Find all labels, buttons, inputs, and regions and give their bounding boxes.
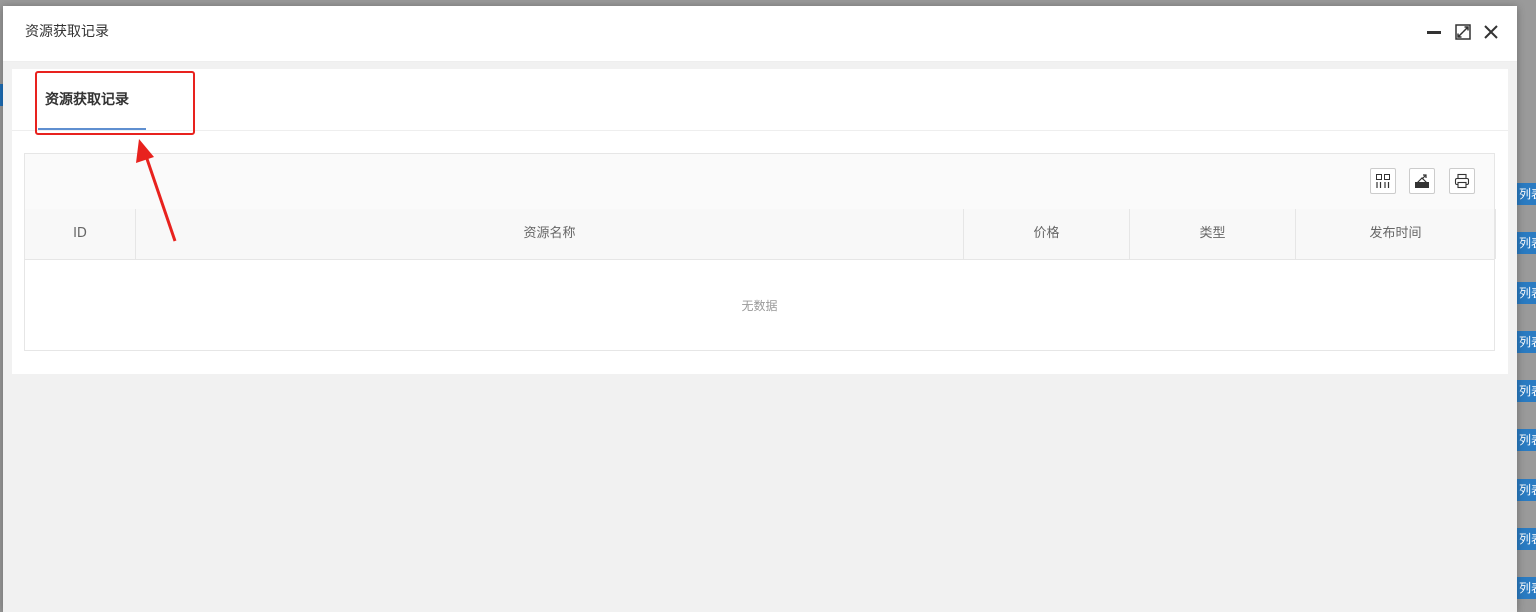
background-list-button[interactable]: 列表 [1516, 232, 1536, 254]
column-header-publish-time[interactable]: 发布时间 [1296, 209, 1496, 259]
modal-dialog: 资源获取记录 资源获取记录 ID 资源名称 价格 类型 发布时间 无数据 [3, 6, 1517, 612]
empty-state-text: 无数据 [741, 299, 778, 313]
background-list-button[interactable]: 列表 [1516, 577, 1536, 599]
modal-header: 资源获取记录 [3, 6, 1517, 62]
background-list-button[interactable]: 列表 [1516, 479, 1536, 501]
column-header-price[interactable]: 价格 [964, 209, 1130, 259]
modal-title: 资源获取记录 [25, 24, 109, 40]
tab-bar: 资源获取记录 [12, 69, 1508, 135]
minimize-icon[interactable] [1425, 23, 1443, 41]
background-list-button[interactable]: 列表 [1516, 528, 1536, 550]
maximize-icon[interactable] [1454, 23, 1472, 41]
column-header-id[interactable]: ID [25, 209, 136, 259]
print-icon[interactable] [1449, 168, 1475, 194]
background-list-button[interactable]: 列表 [1516, 429, 1536, 451]
close-icon[interactable] [1482, 23, 1500, 41]
background-list-button[interactable]: 列表 [1516, 183, 1536, 205]
table-toolbar [25, 154, 1494, 210]
export-icon[interactable] [1409, 168, 1435, 194]
table-header: ID 资源名称 价格 类型 发布时间 [25, 209, 1496, 260]
columns-icon[interactable] [1370, 168, 1396, 194]
column-header-type[interactable]: 类型 [1130, 209, 1296, 259]
content-panel: 资源获取记录 ID 资源名称 价格 类型 发布时间 无数据 [12, 69, 1508, 374]
data-table: ID 资源名称 价格 类型 发布时间 无数据 [24, 153, 1496, 351]
background-list-button[interactable]: 列表 [1516, 331, 1536, 353]
column-header-resource-name[interactable]: 资源名称 [136, 209, 964, 259]
background-list-button[interactable]: 列表 [1516, 380, 1536, 402]
background-list-button[interactable]: 列表 [1516, 282, 1536, 304]
annotation-highlight-box [35, 71, 195, 135]
